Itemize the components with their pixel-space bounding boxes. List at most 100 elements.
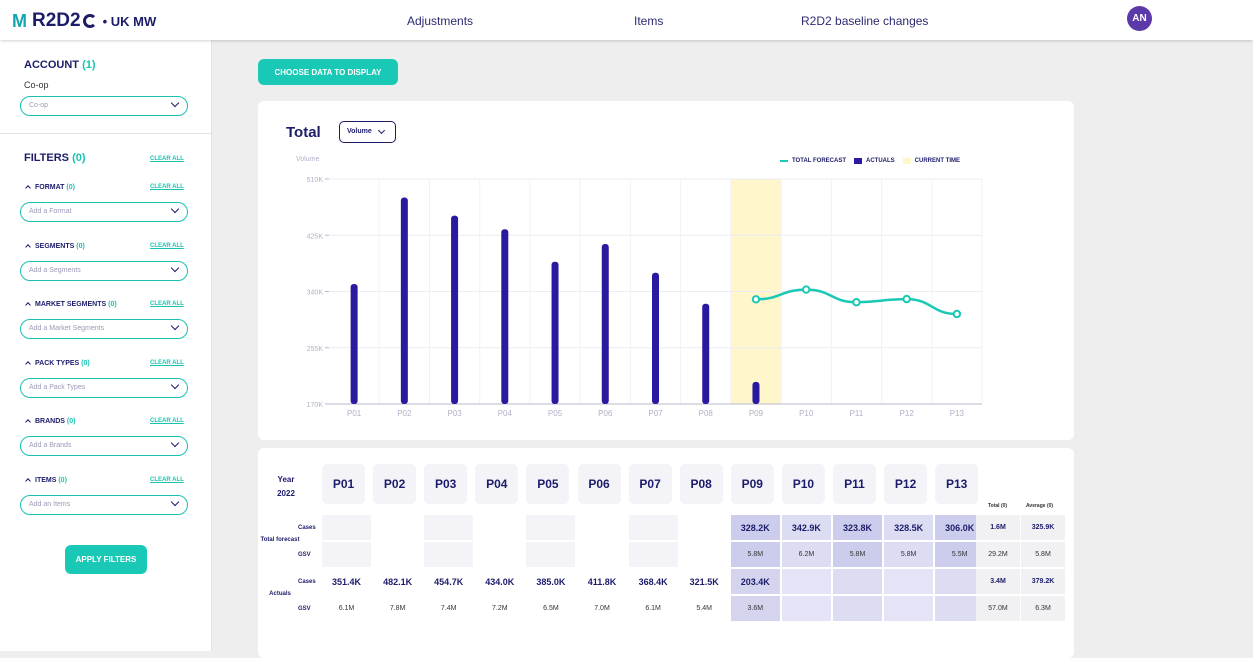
cell-value: 368.4K [638, 576, 668, 587]
filter-group-select[interactable]: Add a Segments [20, 260, 188, 281]
x-tick-label: P02 [397, 409, 412, 418]
period-header[interactable]: P08 [679, 464, 723, 504]
row-metric-label: Cases [298, 525, 316, 531]
filter-group-select[interactable]: Add a Pack Types [20, 377, 188, 398]
period-header[interactable]: P06 [577, 464, 621, 504]
table-cell: 6.1M [322, 596, 371, 622]
period-header[interactable]: P13 [935, 464, 979, 504]
apply-filters-button[interactable]: APPLY FILTERS [65, 545, 147, 574]
nav-adjustments[interactable]: Adjustments [407, 14, 473, 28]
actuals-bar [551, 261, 559, 404]
nav-baseline-changes[interactable]: R2D2 baseline changes [801, 14, 928, 28]
table-cell: 6.2M [781, 542, 831, 568]
cell-value: 7.4M [440, 605, 457, 612]
cell-value: 328.2K [740, 522, 770, 533]
logo-mark: M [12, 10, 27, 31]
filter-group-6-label[interactable]: ITEMS (0) [25, 477, 67, 484]
total-cell: 3.4M [976, 569, 1020, 595]
filter-sidebar: ACCOUNT (1) Co-op Co-op FILTERS (0) CLEA… [0, 40, 212, 651]
filter-group-select[interactable]: Add a Market Segments [20, 319, 188, 339]
period-header[interactable]: P04 [475, 464, 519, 504]
table-cell [679, 542, 729, 568]
filter-group-5-label[interactable]: BRANDS (0) [25, 418, 76, 425]
period-header[interactable]: P01 [322, 464, 365, 504]
clear-all-filters-link[interactable]: CLEAR ALL [150, 156, 184, 162]
filter-group-3-label[interactable]: MARKET SEGMENTS (0) [25, 301, 117, 308]
table-cell [833, 596, 882, 622]
chevron-up-icon [25, 360, 31, 367]
y-axis-label: Volume [296, 156, 319, 163]
table-cell: 328.5K [884, 515, 934, 541]
table-cell: 3.6M [730, 596, 780, 622]
period-header[interactable]: P02 [373, 464, 417, 504]
filter-select-placeholder: Add a Market Segments [29, 325, 105, 332]
total-cell: 57.0M [976, 596, 1020, 622]
table-cell [884, 569, 934, 595]
chevron-down-icon [170, 204, 180, 214]
x-tick-label: P12 [900, 409, 915, 418]
filter-select-placeholder: Add a Segments [29, 266, 81, 274]
period-header[interactable]: P12 [884, 464, 928, 504]
period-header[interactable]: P09 [730, 464, 774, 504]
chevron-down-icon [170, 380, 180, 389]
period-header[interactable]: P10 [781, 464, 825, 504]
table-cell [781, 569, 831, 595]
filter-group-count: (0) [66, 418, 76, 425]
app-logo[interactable]: M R2D2 • UK MW [12, 10, 156, 32]
row-section-label: Total forecast [260, 537, 300, 543]
user-avatar[interactable]: AN [1127, 6, 1152, 31]
actuals-bar [652, 272, 659, 404]
average-value: 379.2K [1031, 578, 1055, 585]
cell-value: 6.2M [798, 551, 815, 558]
period-header[interactable]: P11 [833, 464, 876, 504]
cell-value: 5.8M [849, 551, 866, 558]
table-cell: 7.2M [475, 596, 525, 622]
cell-value: 482.1K [383, 576, 413, 587]
table-cell: 368.4K [628, 569, 678, 595]
choose-data-button[interactable]: CHOOSE DATA TO DISPLAY [258, 59, 398, 85]
period-header[interactable]: P07 [628, 464, 672, 504]
filter-group-select[interactable]: Add a Format [20, 202, 188, 222]
chevron-down-icon [170, 98, 180, 108]
filter-group-clear-link[interactable]: CLEAR ALL [150, 360, 184, 366]
table-cell: 323.8K [833, 515, 882, 541]
filter-select-placeholder: Add a Pack Types [29, 383, 86, 391]
table-cell [322, 542, 371, 568]
table-cell: 5.4M [679, 596, 729, 622]
x-tick-label: P07 [648, 409, 663, 418]
table-cell: 6.1M [628, 596, 678, 622]
forecast-point [902, 294, 911, 304]
table-cell: 454.7K [424, 569, 474, 595]
filter-group-clear-link[interactable]: CLEAR ALL [150, 477, 184, 483]
filter-group-4-label[interactable]: PACK TYPES (0) [25, 359, 90, 367]
top-bar: M R2D2 • UK MW Adjustments Items R2D2 ba… [0, 0, 1253, 40]
table-cell: 203.4K [730, 569, 780, 595]
cell-value: 6.1M [338, 605, 355, 612]
period-header[interactable]: P03 [424, 464, 468, 504]
table-cell: 411.8K [577, 569, 627, 595]
filter-group-select[interactable]: Add a Brands [20, 436, 188, 456]
filter-group-2-label[interactable]: SEGMENTS (0) [25, 243, 85, 250]
cell-value: 328.5K [894, 522, 924, 533]
filter-group-1-label[interactable]: FORMAT (0) [25, 184, 75, 191]
nav-items[interactable]: Items [634, 14, 663, 28]
table-cell [833, 569, 882, 595]
actuals-bar [400, 197, 408, 404]
filter-group-clear-link[interactable]: CLEAR ALL [150, 243, 184, 249]
filter-group-clear-link[interactable]: CLEAR ALL [150, 184, 184, 190]
table-cell: 5.8M [884, 542, 934, 568]
filter-group-clear-link[interactable]: CLEAR ALL [150, 418, 184, 424]
cell-value: 351.4K [331, 576, 362, 587]
actuals-bar [350, 283, 358, 404]
period-header[interactable]: P05 [526, 464, 570, 504]
filter-group-clear-link[interactable]: CLEAR ALL [150, 301, 184, 307]
account-select[interactable]: Co-op [20, 96, 188, 116]
cell-value: 3.6M [747, 605, 764, 612]
table-cell: 5.8M [730, 542, 780, 568]
table-cell: 434.0K [475, 569, 525, 595]
filter-group-title: PACK TYPES [35, 359, 80, 367]
average-header: Average (0) [1026, 503, 1054, 509]
cell-value: 6.1M [645, 605, 661, 612]
chevron-up-icon [25, 302, 31, 308]
filter-group-select[interactable]: Add an Items [20, 494, 188, 515]
